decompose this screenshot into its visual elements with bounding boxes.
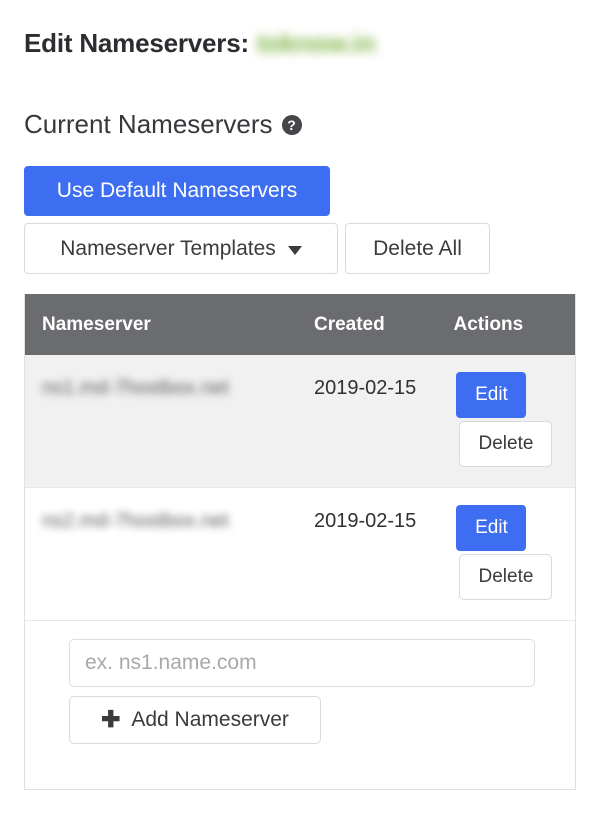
column-header-created: Created [313, 313, 385, 335]
add-nameserver-row: ✚ Add Nameserver [25, 621, 575, 789]
table-header-row: Nameserver Created Actions [25, 294, 575, 355]
question-mark-circle-icon[interactable]: ? [281, 115, 302, 135]
table-row: ns1.md-7hostbox.net 2019-02-15 Edit Dele… [25, 355, 575, 488]
domain-name-redacted: toknow.in [256, 28, 376, 58]
created-date: 2019-02-15 [313, 377, 417, 399]
column-header-nameserver: Nameserver [42, 313, 151, 335]
table-row: ns2.md-7hostbox.net 2019-02-15 Edit Dele… [25, 488, 575, 621]
column-header-actions: Actions [453, 313, 524, 335]
add-nameserver-label: Add Nameserver [131, 708, 289, 731]
edit-button[interactable]: Edit [456, 505, 527, 551]
nameserver-templates-label: Nameserver Templates [60, 236, 276, 260]
row-actions: Edit Delete [453, 488, 575, 620]
delete-button[interactable]: Delete [459, 554, 553, 600]
delete-button[interactable]: Delete [459, 421, 553, 467]
edit-button[interactable]: Edit [456, 372, 527, 418]
created-date: 2019-02-15 [313, 510, 417, 532]
section-heading: Current Nameservers ? [24, 107, 302, 141]
page-title: Edit Nameservers: toknow.in [24, 26, 376, 60]
page-title-label: Edit Nameservers: [24, 28, 249, 58]
row-actions: Edit Delete [453, 355, 575, 487]
nameservers-table: Nameserver Created Actions ns1.md-7hostb… [24, 294, 576, 790]
nameserver-value: ns1.md-7hostbox.net [42, 377, 229, 399]
use-default-nameservers-button[interactable]: Use Default Nameservers [24, 166, 330, 216]
section-heading-label: Current Nameservers [24, 109, 273, 139]
chevron-down-icon [287, 246, 302, 255]
nameserver-templates-dropdown[interactable]: Nameserver Templates [24, 223, 338, 274]
nameserver-value: ns2.md-7hostbox.net [42, 510, 229, 532]
new-nameserver-input[interactable] [69, 639, 535, 687]
add-nameserver-button[interactable]: ✚ Add Nameserver [69, 696, 321, 744]
plus-icon: ✚ [101, 705, 121, 732]
delete-all-button[interactable]: Delete All [345, 223, 490, 274]
